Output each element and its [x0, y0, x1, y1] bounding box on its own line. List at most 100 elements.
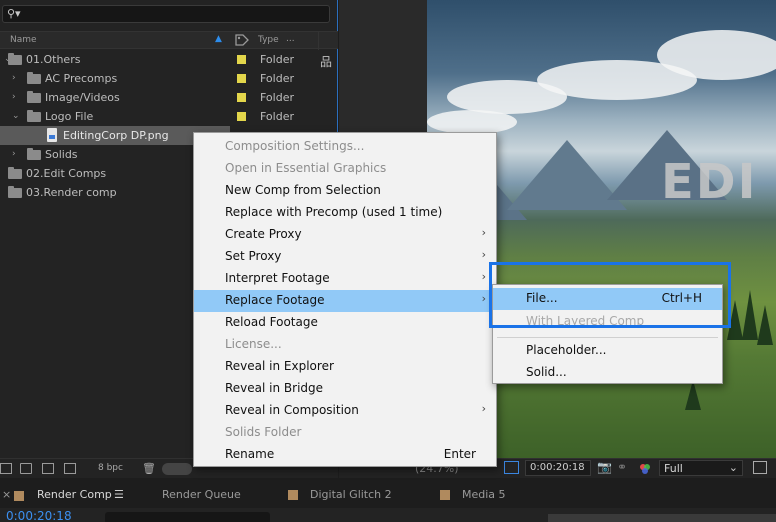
submenu-item-solid[interactable]: Solid...: [493, 362, 722, 384]
project-item-name: Logo File: [45, 110, 94, 123]
label-color-swatch[interactable]: [237, 112, 246, 121]
folder-icon: [27, 72, 41, 84]
context-menu: Composition Settings... Open in Essentia…: [193, 132, 497, 467]
project-search-input[interactable]: [25, 7, 325, 21]
label-tag-icon[interactable]: [234, 33, 250, 47]
submenu-arrow-icon: ›: [481, 270, 486, 283]
tab-color-swatch: [288, 490, 298, 500]
tab-digital-glitch-2[interactable]: Digital Glitch 2: [310, 488, 392, 501]
menu-item-reveal-in-composition[interactable]: Reveal in Composition ›: [194, 400, 496, 422]
submenu-arrow-icon: ›: [481, 226, 486, 239]
menu-item-reveal-in-explorer[interactable]: Reveal in Explorer: [194, 356, 496, 378]
project-item-name: 01.Others: [26, 53, 81, 66]
show-snapshot-icon[interactable]: ⚭: [617, 460, 627, 474]
new-folder-icon[interactable]: [20, 463, 32, 474]
new-composition-icon[interactable]: [42, 463, 54, 474]
project-item-name: 03.Render comp: [26, 186, 117, 199]
timeline-header-strip: 0:00:20:18: [0, 508, 776, 522]
project-column-header: Name ▲ Type ...: [0, 31, 338, 50]
menu-item-license[interactable]: License...: [194, 334, 496, 356]
flowchart-icon[interactable]: 品: [320, 53, 332, 70]
folder-icon: [27, 148, 41, 160]
view-options-icon[interactable]: [753, 461, 767, 474]
project-item-type: Folder: [260, 91, 294, 104]
project-item-name: Solids: [45, 148, 78, 161]
folder-icon: [8, 167, 22, 179]
column-name-header[interactable]: Name: [10, 35, 37, 45]
folder-icon: [8, 186, 22, 198]
menu-item-reveal-in-bridge[interactable]: Reveal in Bridge: [194, 378, 496, 400]
project-item-name: AC Precomps: [45, 72, 118, 85]
folder-icon: [27, 110, 41, 122]
tab-media-5[interactable]: Media 5: [462, 488, 506, 501]
sort-ascending-icon[interactable]: ▲: [215, 34, 222, 44]
twirl-collapsed-icon[interactable]: ›: [12, 73, 16, 83]
twirl-collapsed-icon[interactable]: ›: [12, 92, 16, 102]
menu-item-set-proxy[interactable]: Set Proxy ›: [194, 246, 496, 268]
timeline-current-time[interactable]: 0:00:20:18: [6, 509, 72, 522]
submenu-arrow-icon: ›: [481, 292, 486, 305]
chevron-down-icon: ⌄: [728, 461, 738, 474]
twirl-expanded-icon[interactable]: ⌄: [12, 111, 20, 121]
trash-icon[interactable]: 🗑: [142, 462, 156, 475]
image-file-icon: [47, 128, 57, 142]
cloud-shape: [657, 30, 776, 80]
resolution-dropdown[interactable]: Full ⌄: [659, 460, 743, 476]
project-item-type: Folder: [260, 72, 294, 85]
menu-item-rename[interactable]: Rename Enter: [194, 444, 496, 466]
tab-color-swatch: [440, 490, 450, 500]
menu-item-solids-folder[interactable]: Solids Folder: [194, 422, 496, 444]
tree-shape: [685, 380, 701, 410]
project-item-type: Folder: [260, 110, 294, 123]
tab-color-swatch: [14, 491, 24, 501]
twirl-collapsed-icon[interactable]: ›: [12, 149, 16, 159]
submenu-arrow-icon: ›: [481, 402, 486, 415]
project-item-image-videos[interactable]: › Image/Videos Folder: [0, 88, 318, 107]
resolution-value: Full: [664, 462, 683, 475]
composition-title-text: EDI: [661, 154, 758, 210]
column-type-header[interactable]: Type: [258, 35, 279, 45]
column-divider: [318, 32, 319, 50]
project-item-name: 02.Edit Comps: [26, 167, 107, 180]
menu-item-interpret-footage[interactable]: Interpret Footage ›: [194, 268, 496, 290]
timeline-navigator[interactable]: [548, 514, 776, 522]
project-item-ac-precomps[interactable]: › AC Precomps Folder: [0, 69, 318, 88]
annotation-highlight-box: [489, 262, 731, 328]
label-color-swatch[interactable]: [237, 74, 246, 83]
close-tab-icon[interactable]: ×: [2, 488, 11, 501]
project-search-bar[interactable]: ⚲▾: [2, 5, 330, 23]
folder-icon: [8, 53, 22, 65]
region-of-interest-icon[interactable]: [504, 461, 519, 474]
tab-render-comp[interactable]: Render Comp: [37, 488, 112, 501]
channel-color-icon[interactable]: [639, 463, 651, 475]
search-icon: ⚲▾: [7, 7, 21, 20]
menu-item-open-in-essential-graphics[interactable]: Open in Essential Graphics: [194, 158, 496, 180]
menu-item-composition-settings[interactable]: Composition Settings...: [194, 136, 496, 158]
label-color-swatch[interactable]: [237, 55, 246, 64]
project-item-name: EditingCorp DP.png: [63, 129, 169, 142]
label-color-swatch[interactable]: [237, 93, 246, 102]
tree-shape: [757, 305, 773, 345]
cloud-shape: [427, 110, 517, 134]
menu-item-create-proxy[interactable]: Create Proxy ›: [194, 224, 496, 246]
menu-item-reload-footage[interactable]: Reload Footage: [194, 312, 496, 334]
tab-render-queue[interactable]: Render Queue: [162, 488, 241, 501]
current-time-field[interactable]: 0:00:20:18: [525, 460, 591, 476]
project-item-name: Image/Videos: [45, 91, 120, 104]
timeline-tab-bar: × Render Comp ☰ Render Queue Digital Gli…: [0, 484, 776, 508]
tree-shape: [742, 290, 758, 340]
interpret-footage-icon[interactable]: [0, 463, 12, 474]
thumbnail-scrollbar[interactable]: [162, 463, 192, 475]
menu-item-replace-footage[interactable]: Replace Footage ›: [194, 290, 496, 312]
current-time-value: 0:00:20:18: [530, 462, 585, 473]
bit-depth-button[interactable]: 8 bpc: [98, 463, 123, 473]
timeline-search-input[interactable]: [105, 512, 270, 522]
project-item-01-others[interactable]: ⌄ 01.Others Folder: [0, 50, 318, 69]
submenu-item-placeholder[interactable]: Placeholder...: [493, 340, 722, 362]
camera-snapshot-icon[interactable]: 📷: [597, 460, 612, 474]
menu-item-replace-with-precomp[interactable]: Replace with Precomp (used 1 time): [194, 202, 496, 224]
menu-item-new-comp-from-selection[interactable]: New Comp from Selection: [194, 180, 496, 202]
project-settings-icon[interactable]: [64, 463, 76, 474]
tab-menu-icon[interactable]: ☰: [114, 488, 124, 501]
project-item-logo-file[interactable]: ⌄ Logo File Folder: [0, 107, 318, 126]
